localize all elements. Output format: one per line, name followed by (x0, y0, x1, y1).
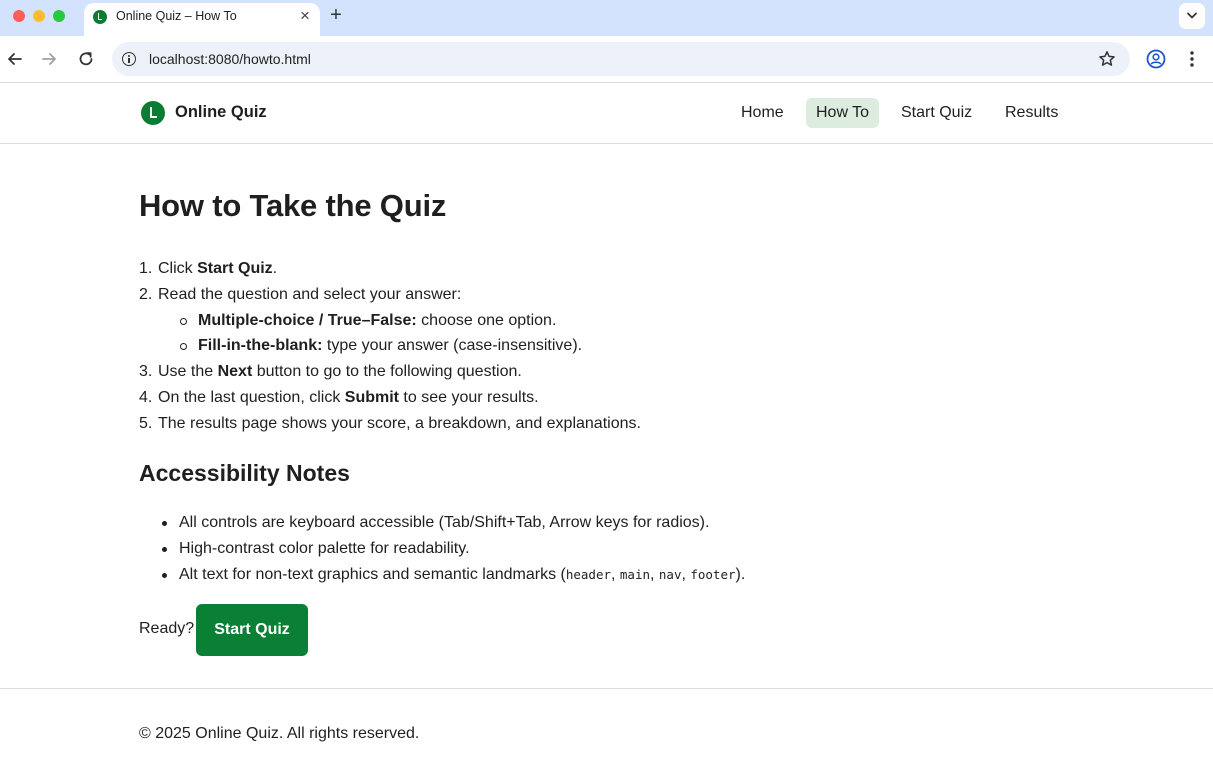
answer-type-name: Multiple-choice / True–False: (198, 311, 417, 329)
accessibility-note: All controls are keyboard accessible (Ta… (139, 510, 1039, 536)
reload-button[interactable] (75, 48, 97, 70)
accessibility-note: High-contrast color palette for readabil… (139, 536, 1039, 562)
answer-type-item: Multiple-choice / True–False: choose one… (179, 308, 1039, 334)
tab-close-icon[interactable]: × (296, 7, 314, 25)
step-number: 2. (139, 285, 153, 303)
answer-type-text: choose one option. (416, 311, 557, 329)
answer-types-list: Multiple-choice / True–False: choose one… (158, 308, 1039, 360)
forward-arrow-icon (42, 53, 56, 65)
accessibility-note: Alt text for non-text graphics and seman… (139, 562, 1039, 588)
separator: , (650, 566, 659, 583)
site-header: Online Quiz Home How To Start Quiz Resul… (0, 84, 1213, 144)
step-item: 1. Click Start Quiz. (139, 256, 1039, 282)
answer-type-item: Fill-in-the-blank: type your answer (cas… (179, 333, 1039, 359)
step-number: 4. (139, 388, 153, 406)
profile-avatar-icon[interactable] (1145, 48, 1167, 75)
step-number: 1. (139, 260, 153, 277)
tab-search-button[interactable] (1179, 3, 1205, 29)
start-quiz-button[interactable]: Start Quiz (196, 604, 308, 656)
step-text: Read the question and select your answer… (158, 285, 462, 303)
window-close-button[interactable] (13, 10, 25, 22)
page-title: How to Take the Quiz (139, 188, 447, 223)
code-header: header (565, 567, 611, 582)
tab-title: Online Quiz – How To (116, 9, 237, 23)
nav-link-how-to[interactable]: How To (806, 98, 880, 128)
code-main: main (619, 567, 650, 582)
step-emphasis: Submit (344, 388, 399, 406)
step-number: 3. (139, 363, 153, 381)
separator: , (611, 566, 620, 583)
window-maximize-button[interactable] (53, 10, 65, 22)
step-item: 5. The results page shows your score, a b… (139, 411, 1039, 437)
nav-link-home[interactable]: Home (731, 98, 794, 128)
ready-label: Ready? (139, 620, 195, 637)
nav-link-start-quiz[interactable]: Start Quiz (891, 98, 982, 128)
step-text: . (272, 260, 278, 277)
address-bar[interactable]: localhost:8080/howto.html (112, 42, 1130, 76)
browser-toolbar: localhost:8080/howto.html (0, 36, 1213, 83)
code-footer: footer (690, 567, 736, 582)
back-button[interactable] (4, 48, 26, 70)
note-text: Alt text for non-text graphics and seman… (179, 566, 566, 583)
browser-tab-strip: Online Quiz – How To × + (0, 0, 1213, 36)
new-tab-button[interactable]: + (326, 4, 346, 26)
nav-link-results[interactable]: Results (995, 98, 1068, 128)
steps-list: 1. Click Start Quiz. 2. Read the question … (139, 256, 1039, 437)
browser-menu-icon[interactable] (1183, 48, 1201, 70)
step-text: On the last question, click (158, 388, 345, 406)
code-nav: nav (658, 567, 682, 582)
step-emphasis: Next (217, 363, 253, 381)
brand-name[interactable]: Online Quiz (175, 103, 267, 122)
window-minimize-button[interactable] (33, 10, 45, 22)
step-text: to see your results. (398, 388, 539, 406)
back-arrow-icon (8, 53, 22, 65)
step-item: 2. Read the question and select your answ… (139, 282, 1039, 359)
step-item: 4. On the last question, click Submit to … (139, 385, 1039, 411)
chevron-down-icon (1187, 12, 1197, 19)
step-emphasis: Start Quiz (197, 260, 273, 277)
step-number: 5. (139, 414, 153, 432)
answer-type-text: type your answer (case-insensitive). (322, 337, 583, 355)
accessibility-heading: Accessibility Notes (139, 460, 350, 486)
site-favicon-icon (93, 10, 107, 24)
bookmark-star-icon[interactable] (1098, 50, 1116, 73)
browser-tab-active[interactable]: Online Quiz – How To × (84, 3, 320, 36)
site-footer: © 2025 Online Quiz. All rights reserved. (0, 688, 1213, 770)
accessibility-notes-list: All controls are keyboard accessible (Ta… (139, 510, 1039, 588)
step-text: Click (158, 260, 198, 277)
step-text: Use the (158, 363, 218, 381)
note-text: ). (735, 566, 746, 583)
reload-icon (79, 52, 93, 66)
site-info-icon[interactable] (122, 52, 136, 66)
address-url[interactable]: localhost:8080/howto.html (149, 51, 311, 67)
copyright-text: © 2025 Online Quiz. All rights reserved. (139, 725, 420, 742)
step-text: The results page shows your score, a bre… (158, 414, 641, 432)
logo-checkmark-icon[interactable] (141, 101, 165, 125)
step-text: button to go to the following question. (252, 363, 522, 381)
forward-button[interactable] (38, 48, 60, 70)
answer-type-name: Fill-in-the-blank: (198, 337, 323, 355)
step-item: 3. Use the Next button to go to the follo… (139, 359, 1039, 385)
